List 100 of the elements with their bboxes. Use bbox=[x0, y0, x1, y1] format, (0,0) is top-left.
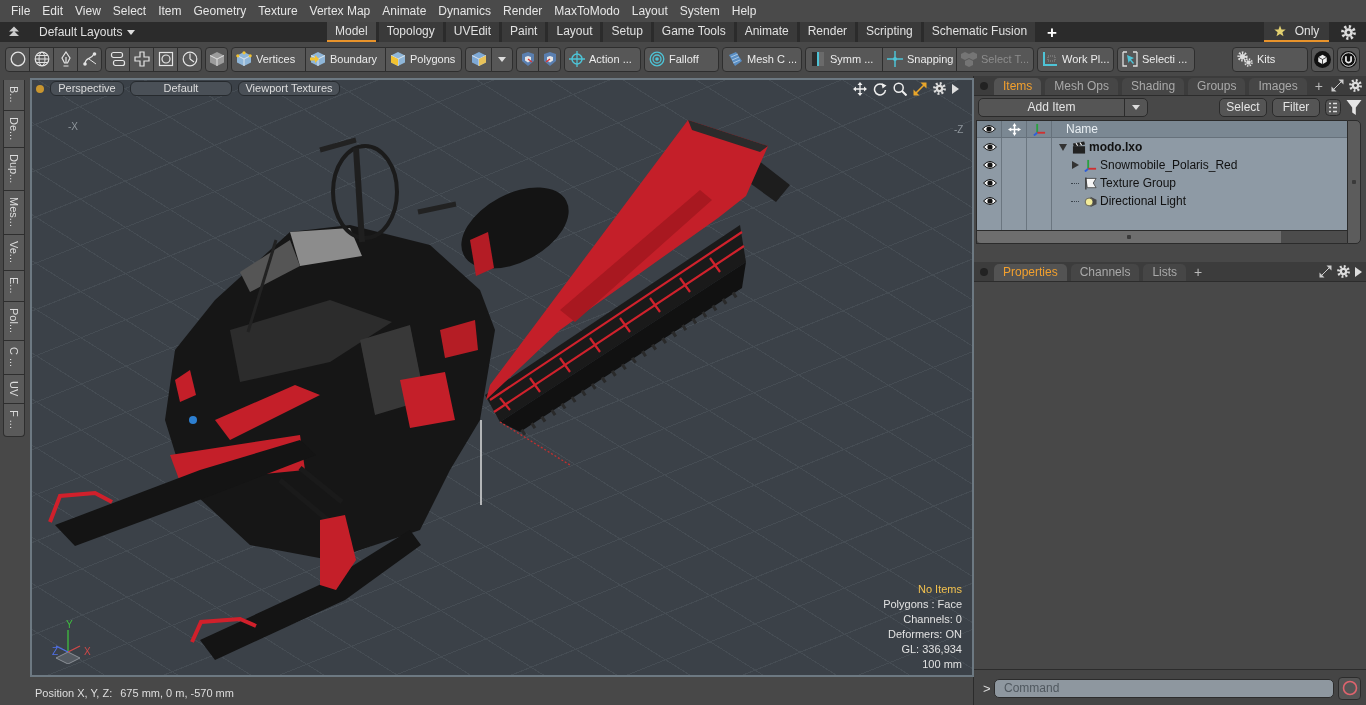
layouts-dropdown[interactable]: Default Layouts bbox=[39, 23, 136, 41]
dot-icon[interactable] bbox=[980, 267, 988, 276]
tool-button[interactable] bbox=[465, 46, 492, 72]
eye-icon[interactable] bbox=[982, 142, 997, 152]
panel-button[interactable]: Filter bbox=[1272, 97, 1320, 117]
menu-item[interactable]: Edit bbox=[36, 1, 70, 21]
add-tab-button[interactable]: + bbox=[1038, 22, 1067, 42]
settings-icon[interactable] bbox=[1337, 265, 1350, 278]
expand-arrows-icon[interactable] bbox=[913, 81, 927, 96]
tool-button[interactable]: Selecti ... bbox=[1117, 46, 1195, 72]
tool-button[interactable] bbox=[205, 46, 228, 72]
rotate-icon[interactable] bbox=[873, 81, 887, 96]
tool-button[interactable] bbox=[5, 46, 30, 72]
eye-icon[interactable] bbox=[982, 160, 997, 170]
tree-item[interactable]: Snowmobile_Polaris_Red bbox=[1100, 158, 1238, 172]
panel-tab[interactable]: Images bbox=[1249, 78, 1307, 95]
settings-icon[interactable] bbox=[1341, 24, 1356, 40]
scrollbar[interactable] bbox=[977, 230, 1347, 243]
add-item-dropdown[interactable]: Add Item bbox=[978, 97, 1148, 117]
tool-button[interactable] bbox=[153, 46, 178, 72]
tool-button[interactable] bbox=[129, 46, 154, 72]
layout-tab[interactable]: Schematic Fusion bbox=[923, 22, 1036, 42]
menu-item[interactable]: Geometry bbox=[187, 1, 253, 21]
menu-triangle-icon[interactable] bbox=[1355, 266, 1362, 277]
tool-button[interactable]: Mesh C ... bbox=[722, 46, 802, 72]
filter-icon[interactable] bbox=[1346, 98, 1362, 116]
tool-button[interactable] bbox=[1337, 46, 1360, 72]
menu-item[interactable]: File bbox=[5, 1, 37, 21]
layout-tab[interactable]: Setup bbox=[603, 22, 651, 42]
menu-item[interactable]: Animate bbox=[376, 1, 433, 21]
view-button[interactable]: Default bbox=[130, 81, 232, 96]
side-tab[interactable]: De... bbox=[3, 110, 25, 148]
side-tab[interactable]: C ... bbox=[3, 340, 25, 375]
eye-icon[interactable] bbox=[982, 124, 996, 134]
settings-icon[interactable] bbox=[933, 82, 946, 95]
tool-button[interactable]: Polygons bbox=[385, 46, 462, 72]
panel-tab[interactable]: Items bbox=[994, 78, 1042, 95]
tool-button[interactable] bbox=[177, 46, 202, 72]
menu-triangle-icon[interactable] bbox=[952, 83, 959, 94]
kits-button[interactable]: Kits bbox=[1232, 46, 1308, 72]
menu-item[interactable]: Item bbox=[152, 1, 188, 21]
tool-button[interactable] bbox=[29, 46, 54, 72]
eye-icon[interactable] bbox=[982, 178, 997, 188]
panel-tab[interactable]: Groups bbox=[1188, 78, 1246, 95]
record-button[interactable] bbox=[1338, 676, 1361, 700]
layout-tab[interactable]: Topology bbox=[378, 22, 443, 42]
side-tab[interactable]: Mes... bbox=[3, 191, 25, 236]
panel-tab[interactable]: Properties bbox=[994, 264, 1067, 281]
view-button[interactable]: Perspective bbox=[50, 81, 124, 96]
side-tab[interactable]: E... bbox=[3, 271, 25, 302]
panel-tab[interactable]: Channels bbox=[1070, 264, 1140, 281]
panel-button[interactable]: Select bbox=[1219, 97, 1267, 117]
menu-item[interactable]: System bbox=[673, 1, 726, 21]
side-tab[interactable]: F ... bbox=[3, 404, 25, 438]
tool-button[interactable]: Falloff bbox=[644, 46, 719, 72]
tool-button[interactable] bbox=[105, 46, 130, 72]
menu-item[interactable]: Layout bbox=[625, 1, 674, 21]
layout-tab[interactable]: Animate bbox=[736, 22, 797, 42]
tool-button[interactable] bbox=[516, 46, 539, 72]
tree-item[interactable]: modo.lxo bbox=[1089, 140, 1143, 154]
settings-icon[interactable] bbox=[1349, 79, 1362, 92]
only-toggle[interactable]: Only bbox=[1264, 22, 1329, 42]
side-tab[interactable]: Dup... bbox=[3, 147, 25, 192]
dropdown-button[interactable] bbox=[491, 46, 513, 72]
panel-tab[interactable]: Shading bbox=[1122, 78, 1185, 95]
panel-tab[interactable]: Lists bbox=[1143, 264, 1187, 281]
view-button[interactable]: Viewport Textures bbox=[238, 81, 340, 96]
tool-button[interactable] bbox=[77, 46, 102, 72]
panel-tab[interactable]: Mesh Ops bbox=[1045, 78, 1119, 95]
add-tab-button[interactable]: + bbox=[1186, 264, 1211, 281]
tool-button[interactable]: Work Pl... bbox=[1037, 46, 1114, 72]
tool-button[interactable] bbox=[53, 46, 78, 72]
menu-item[interactable]: Texture bbox=[252, 1, 304, 21]
right-triangle-icon[interactable] bbox=[1071, 161, 1079, 169]
side-tab[interactable]: Pol... bbox=[3, 301, 25, 341]
maximize-icon[interactable] bbox=[1319, 265, 1332, 278]
side-tab[interactable]: B... bbox=[3, 80, 25, 111]
command-field[interactable]: Command bbox=[994, 678, 1334, 698]
menu-item[interactable]: View bbox=[69, 1, 107, 21]
tool-button[interactable]: Action ... bbox=[564, 46, 641, 72]
down-triangle-icon[interactable] bbox=[1059, 143, 1067, 151]
maximize-icon[interactable] bbox=[1331, 79, 1344, 92]
layout-tab[interactable]: Render bbox=[799, 22, 856, 42]
tree-item[interactable]: Directional Light bbox=[1100, 194, 1187, 208]
menu-item[interactable]: Render bbox=[497, 1, 549, 21]
tool-button[interactable] bbox=[1311, 46, 1334, 72]
layout-tab[interactable]: Layout bbox=[548, 22, 601, 42]
layout-tab[interactable]: Game Tools bbox=[653, 22, 734, 42]
dot-icon[interactable] bbox=[980, 81, 988, 90]
scrollbar[interactable] bbox=[1347, 120, 1361, 244]
menu-item[interactable]: Select bbox=[106, 1, 153, 21]
tree-item[interactable]: Texture Group bbox=[1100, 176, 1177, 190]
tool-button[interactable]: Snapping bbox=[882, 46, 957, 72]
tool-button[interactable]: Symm ... bbox=[805, 46, 883, 72]
up-arrow-icon[interactable] bbox=[8, 26, 20, 38]
layout-tab[interactable]: Scripting bbox=[858, 22, 921, 42]
side-tab[interactable]: UV bbox=[3, 374, 25, 405]
3d-viewport[interactable]: Perspective Default Viewport Textures -X -Z No Items Polygons : Face Channels: 0 Deformers: ON GL: 336,934 100 mm Y Z X bbox=[30, 78, 974, 677]
side-tab[interactable]: Ve... bbox=[3, 235, 25, 272]
add-tab-button[interactable]: + bbox=[1306, 78, 1331, 95]
